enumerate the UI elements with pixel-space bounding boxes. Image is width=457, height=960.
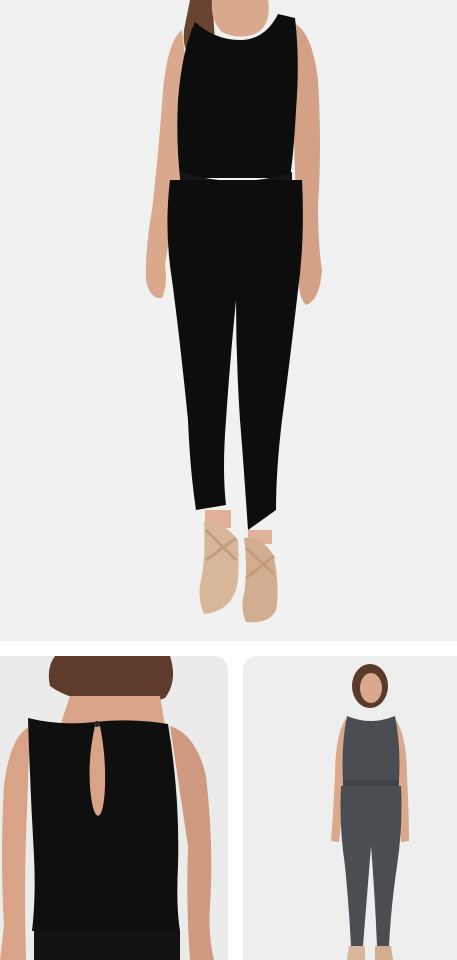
- thumbnail-grey-jumpsuit[interactable]: [243, 656, 457, 960]
- jumpsuit-pants: [340, 786, 402, 946]
- right-shoe: [375, 946, 393, 960]
- left-arm: [0, 726, 30, 960]
- back-button: [94, 721, 100, 727]
- jumpsuit-top: [177, 14, 298, 178]
- left-shoe: [347, 946, 365, 960]
- left-wedge-sandal: [199, 521, 239, 614]
- waistband: [34, 931, 180, 960]
- face: [360, 673, 382, 703]
- main-product-image[interactable]: [0, 0, 457, 641]
- back-view-illustration: [0, 656, 214, 960]
- neck: [211, 0, 269, 37]
- thumbnail-back-view[interactable]: [0, 656, 228, 960]
- jumpsuit-top-back: [28, 718, 180, 931]
- main-product-illustration: [145, 0, 322, 623]
- jumpsuit-top: [342, 716, 400, 781]
- grey-jumpsuit-illustration: [331, 664, 409, 960]
- jumpsuit-pants: [167, 180, 303, 530]
